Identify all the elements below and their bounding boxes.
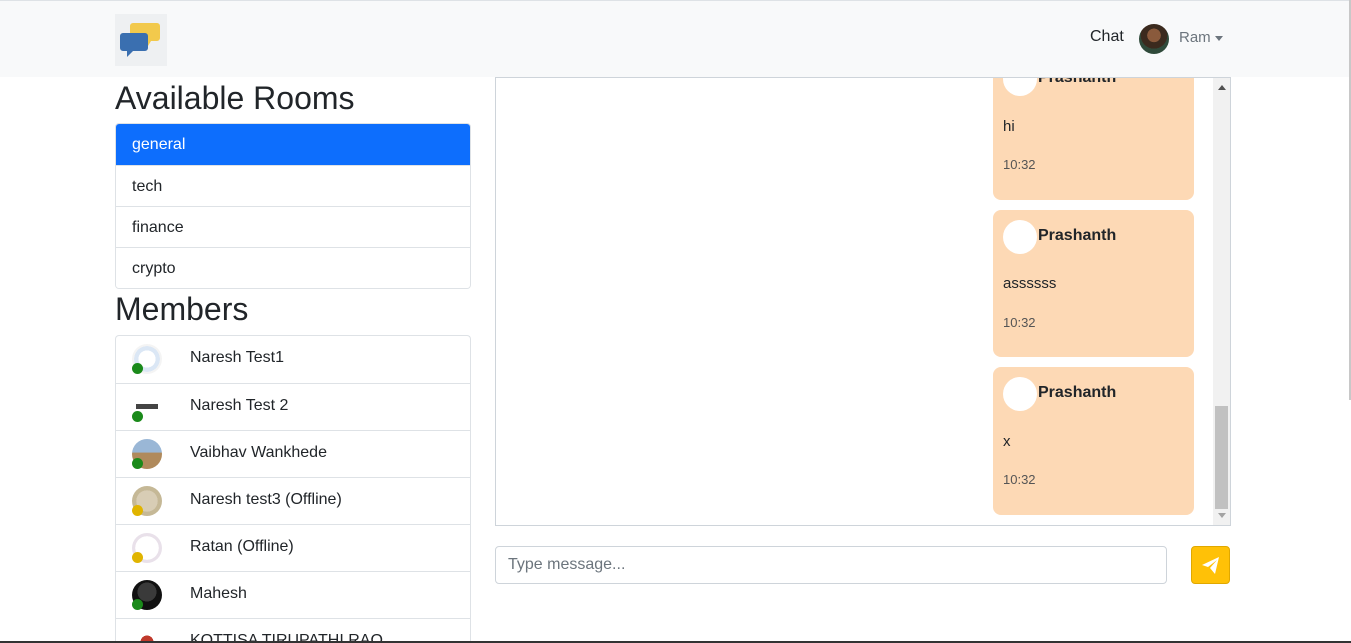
user-name: Ram [1179,29,1211,46]
chat-messages-panel[interactable]: Prashanth hi 10:32 Prashanth assssss 10:… [495,77,1231,526]
rooms-list: general tech finance crypto [115,123,471,289]
message-time: 10:32 [1003,157,1036,172]
member-name: Naresh test3 (Offline) [190,491,342,508]
offline-status-dot [132,505,143,516]
online-status-dot [132,599,143,610]
room-item-tech[interactable]: tech [116,165,470,206]
user-avatar[interactable] [1139,24,1169,54]
member-name: Naresh Test1 [190,349,284,366]
sender-avatar [1003,377,1037,411]
chat-scrollbar[interactable] [1213,78,1230,525]
scroll-up-arrow-icon[interactable] [1218,85,1226,90]
member-item[interactable]: Naresh Test 2 [116,383,470,430]
room-item-crypto[interactable]: crypto [116,247,470,288]
chat-bubbles-logo-icon[interactable] [115,14,167,66]
member-item[interactable]: Ratan (Offline) [116,524,470,571]
member-name: Mahesh [190,585,247,602]
message-time: 10:32 [1003,315,1036,330]
member-item[interactable]: Naresh test3 (Offline) [116,477,470,524]
members-list: Naresh Test1 Naresh Test 2 Vaibhav Wankh… [115,335,471,643]
message-bubble: Prashanth assssss 10:32 [993,210,1194,357]
member-name: Ratan (Offline) [190,538,294,555]
member-name: KOTTISA TIRUPATHI RAO [190,632,383,643]
members-heading: Members [115,291,249,327]
navbar: Chat Ram [0,0,1351,77]
room-item-finance[interactable]: finance [116,206,470,247]
scroll-down-arrow-icon[interactable] [1218,513,1226,518]
sender-avatar [1003,78,1037,96]
member-name: Naresh Test 2 [190,397,289,414]
room-item-general[interactable]: general [116,124,470,165]
paper-plane-icon [1202,557,1219,574]
send-button[interactable] [1191,546,1230,584]
user-menu-dropdown[interactable]: Ram [1179,29,1223,46]
sender-avatar [1003,220,1037,254]
rooms-heading: Available Rooms [115,80,355,116]
member-item[interactable]: KOTTISA TIRUPATHI RAO [116,618,470,643]
nav-chat-link[interactable]: Chat [1090,28,1124,46]
member-item[interactable]: Mahesh [116,571,470,618]
member-item[interactable]: Vaibhav Wankhede [116,430,470,477]
member-item[interactable]: Naresh Test1 [116,336,470,383]
message-sender: Prashanth [1038,384,1117,401]
online-status-dot [132,411,143,422]
message-input[interactable] [495,546,1167,584]
member-name: Vaibhav Wankhede [190,444,327,461]
message-sender: Prashanth [1038,77,1117,86]
scrollbar-thumb[interactable] [1215,406,1228,509]
online-status-dot [132,458,143,469]
message-text: hi [1003,118,1015,135]
message-bubble: Prashanth hi 10:32 [993,77,1194,200]
message-text: assssss [1003,275,1057,292]
message-time: 10:32 [1003,472,1036,487]
online-status-dot [132,363,143,374]
offline-status-dot [132,552,143,563]
message-bubble: Prashanth x 10:32 [993,367,1194,515]
caret-down-icon [1214,35,1223,41]
message-sender: Prashanth [1038,227,1117,244]
message-text: x [1003,433,1011,450]
